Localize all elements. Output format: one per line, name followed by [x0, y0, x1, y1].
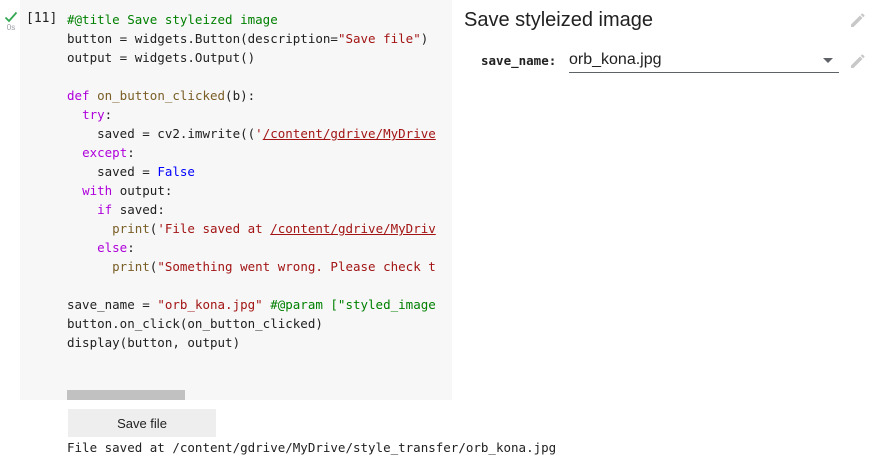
chevron-down-icon	[823, 58, 833, 63]
code-line: #@title Save styleized image	[67, 10, 436, 29]
save-name-dropdown[interactable]: orb_kona.jpg	[569, 48, 839, 73]
code-token: on_button_clicked	[97, 88, 226, 103]
code-token: "Something went wrong. Please check t	[157, 259, 436, 274]
code-token: "Save file"	[337, 31, 421, 46]
param-label: save_name:	[481, 53, 557, 68]
code-token: button.on_click(on_button_clicked)	[67, 316, 323, 331]
pencil-icon[interactable]	[848, 51, 868, 71]
code-token: def	[67, 88, 98, 103]
code-line: save_name = "orb_kona.jpg" #@param ["sty…	[67, 295, 436, 314]
execution-count: [11]	[26, 11, 58, 26]
code-line: button = widgets.Button(description="Sav…	[67, 29, 436, 48]
check-icon	[4, 10, 18, 23]
code-token: display(button, output)	[67, 335, 241, 350]
code-editor[interactable]: #@title Save styleized image button = wid…	[67, 10, 436, 352]
code-line: if saved:	[67, 200, 436, 219]
code-token: :	[127, 145, 135, 160]
code-line: except:	[67, 143, 436, 162]
code-line: print('File saved at /content/gdrive/MyD…	[67, 219, 436, 238]
code-token: save_name =	[67, 297, 158, 312]
code-line: def on_button_clicked(b):	[67, 86, 436, 105]
code-line: output = widgets.Output()	[67, 48, 436, 67]
code-line: button.on_click(on_button_clicked)	[67, 314, 436, 333]
code-token: except	[82, 145, 128, 160]
code-token: /content/gdrive/MyDrive	[262, 126, 436, 141]
code-line: saved = False	[67, 162, 436, 181]
code-token: button = widgets.Button(description=	[67, 31, 338, 46]
code-token: (b):	[225, 88, 256, 103]
code-token: :	[104, 107, 113, 122]
form-title: Save styleized image	[464, 9, 653, 31]
code-line: else:	[67, 238, 436, 257]
code-token: )	[420, 31, 429, 46]
code-cell[interactable]: #@title Save styleized image button = wid…	[20, 0, 452, 400]
save-file-button[interactable]: Save file	[68, 409, 216, 437]
code-token: print	[112, 259, 150, 274]
code-token: if	[97, 202, 120, 217]
code-token: output = widgets.Output()	[67, 50, 256, 65]
code-token: "orb_kona.jpg"	[157, 297, 263, 312]
code-line: with output:	[67, 181, 436, 200]
output-text: File saved at /content/gdrive/MyDrive/st…	[67, 440, 557, 455]
code-line: saved = cv2.imwrite(('/content/gdrive/My…	[67, 124, 436, 143]
code-line: print("Something went wrong. Please chec…	[67, 257, 436, 276]
code-token: saved = cv2.imwrite((	[67, 126, 256, 141]
code-token: :	[127, 240, 135, 255]
code-line: try:	[67, 105, 436, 124]
code-token: #@param ["styled_image	[270, 297, 436, 312]
pencil-icon[interactable]	[848, 10, 868, 30]
code-token: with	[82, 183, 120, 198]
code-token: try	[82, 107, 105, 122]
code-token: False	[157, 164, 195, 179]
dropdown-value: orb_kona.jpg	[569, 51, 662, 68]
code-token: else	[97, 240, 128, 255]
elapsed-time: 0s	[6, 23, 16, 32]
code-token: /content/gdrive/MyDriv	[270, 221, 436, 236]
code-token: #@title Save styleized image	[67, 12, 278, 27]
code-token: 'File saved at	[157, 221, 271, 236]
horizontal-scrollbar[interactable]	[67, 390, 185, 400]
cell-status: 0s	[4, 10, 18, 32]
code-line: display(button, output)	[67, 333, 436, 352]
code-token: saved =	[67, 164, 158, 179]
code-token: print	[112, 221, 150, 236]
code-token: '	[255, 126, 263, 141]
code-token: output:	[119, 183, 173, 198]
code-token: saved:	[119, 202, 165, 217]
